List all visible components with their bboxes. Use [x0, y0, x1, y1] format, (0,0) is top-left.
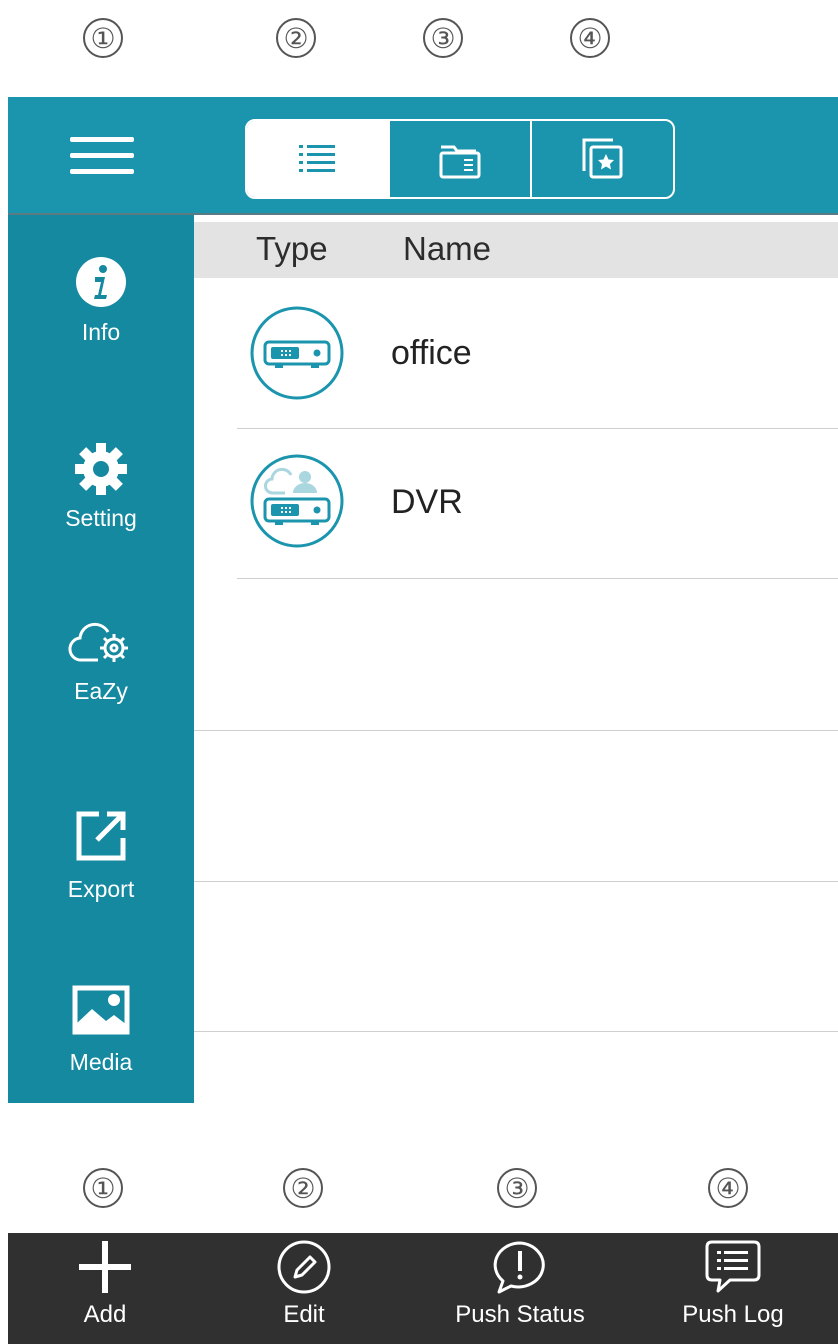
callout-3: ③ — [423, 18, 463, 58]
push-log-button[interactable]: Push Log — [658, 1233, 808, 1344]
sidebar: Info Setting EaZy Export Media — [8, 215, 194, 1103]
callout-4: ④ — [570, 18, 610, 58]
edit-label: Edit — [283, 1301, 325, 1328]
cloud-recorder-device-icon — [250, 454, 344, 548]
push-status-label: Push Status — [455, 1301, 585, 1328]
bottom-toolbar: Add Edit Push Status Push Log — [8, 1233, 838, 1344]
sidebar-item-media[interactable]: Media — [8, 985, 194, 1076]
callout-1: ① — [83, 18, 123, 58]
callout-2: ② — [283, 1168, 323, 1208]
menu-icon[interactable] — [70, 137, 134, 175]
sidebar-item-label: EaZy — [74, 678, 128, 704]
plus-icon — [79, 1241, 131, 1293]
column-header-name[interactable]: Name — [403, 230, 491, 268]
tab-favorites-view[interactable] — [530, 121, 673, 197]
recorder-device-icon — [250, 306, 344, 400]
row-name: DVR — [391, 483, 463, 521]
row-name: office — [391, 334, 472, 372]
list-column-header: Type Name — [194, 222, 838, 278]
tab-folder-view[interactable] — [387, 121, 531, 197]
callout-1: ① — [83, 1168, 123, 1208]
sidebar-item-label: Setting — [65, 505, 137, 531]
push-status-button[interactable]: Push Status — [435, 1233, 605, 1344]
cloud-gear-icon — [68, 622, 128, 662]
sidebar-item-label: Info — [81, 319, 121, 345]
alert-bubble-icon — [493, 1241, 545, 1294]
tab-list-view[interactable] — [247, 121, 388, 197]
table-row[interactable]: DVR — [237, 429, 838, 579]
favorites-view-icon — [582, 138, 623, 179]
top-app-bar — [8, 97, 838, 215]
callout-2: ② — [276, 18, 316, 58]
view-mode-segmented-control — [245, 119, 675, 199]
log-bubble-icon — [705, 1240, 761, 1293]
sidebar-item-export[interactable]: Export — [8, 808, 194, 903]
row-divider — [194, 1031, 838, 1032]
column-header-type[interactable]: Type — [256, 230, 328, 268]
add-label: Add — [83, 1301, 127, 1328]
pencil-icon — [277, 1240, 331, 1294]
folder-view-icon — [439, 145, 481, 179]
sidebar-item-label: Export — [67, 876, 135, 902]
callout-3: ③ — [497, 1168, 537, 1208]
table-row[interactable]: office — [237, 278, 838, 428]
sidebar-item-label: Media — [69, 1049, 133, 1075]
add-button[interactable]: Add — [57, 1233, 153, 1344]
sidebar-item-info[interactable]: Info — [8, 255, 194, 346]
push-log-label: Push Log — [682, 1301, 784, 1328]
row-divider — [237, 578, 838, 579]
edit-button[interactable]: Edit — [256, 1233, 352, 1344]
row-divider — [194, 881, 838, 882]
row-divider — [194, 730, 838, 731]
sidebar-item-setting[interactable]: Setting — [8, 441, 194, 532]
gear-icon — [75, 443, 127, 495]
callout-4: ④ — [708, 1168, 748, 1208]
info-icon — [76, 257, 126, 307]
list-view-icon — [299, 145, 336, 172]
export-icon — [76, 811, 126, 861]
sidebar-item-eazy[interactable]: EaZy — [8, 620, 194, 705]
image-icon — [72, 985, 130, 1035]
